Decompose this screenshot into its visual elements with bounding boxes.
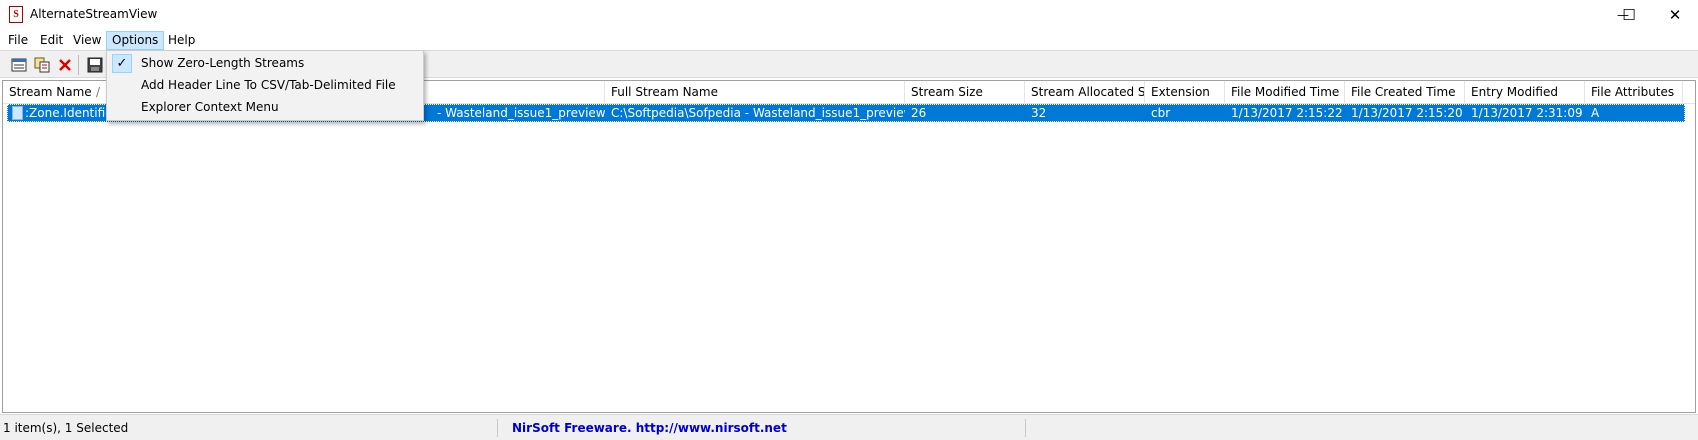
menu-item-label: Explorer Context Menu: [141, 100, 279, 114]
cell-extension: cbr: [1151, 106, 1171, 120]
sort-indicator-icon: /: [96, 85, 101, 99]
title-bar: S AlternateStreamView — ☐ ✕: [0, 0, 1698, 30]
menu-item-explorer-context[interactable]: Explorer Context Menu: [109, 97, 421, 118]
cell-file-modified: 1/13/2017 2:15:22 ...: [1231, 106, 1345, 120]
window-title: AlternateStreamView: [30, 7, 158, 21]
column-stream-size[interactable]: Stream Size: [905, 81, 1025, 103]
column-file-created[interactable]: File Created Time: [1345, 81, 1465, 103]
column-full-stream-name[interactable]: Full Stream Name: [605, 81, 905, 103]
menu-help[interactable]: Help: [163, 32, 200, 49]
cell-file-attributes: A: [1591, 106, 1600, 120]
copy-button[interactable]: [32, 55, 52, 75]
maximize-button[interactable]: ☐: [1606, 0, 1652, 30]
cell-stream-name: :Zone.Identifier:: [25, 106, 107, 120]
close-icon: ✕: [1668, 6, 1682, 24]
status-bar: 1 item(s), 1 Selected NirSoft Freeware. …: [0, 414, 1698, 440]
toolbar-separator: [78, 55, 79, 75]
close-button[interactable]: ✕: [1652, 0, 1698, 30]
maximize-icon: ☐: [1622, 6, 1636, 24]
cell-file-created: 1/13/2017 2:15:20 ...: [1351, 106, 1465, 120]
check-icon: ✓: [112, 54, 132, 73]
cell-stream-allocated: 32: [1031, 106, 1047, 120]
copy-icon: [34, 57, 50, 73]
delete-button[interactable]: [55, 55, 75, 75]
status-count: 1 item(s), 1 Selected: [3, 419, 498, 437]
save-button[interactable]: [85, 55, 105, 75]
column-stream-name[interactable]: Stream Name /: [3, 81, 107, 103]
menu-view[interactable]: View: [68, 32, 106, 49]
cell-full-stream-name: C:\Softpedia\Sofpedia - Wasteland_issue1…: [611, 106, 905, 120]
cell-filename: - Wasteland_issue1_preview.cbr: [437, 106, 605, 120]
menu-bar: File Edit View Options Help: [0, 30, 1698, 50]
app-icon: S: [9, 6, 23, 23]
options-menu: ✓ Show Zero-Length Streams Add Header Li…: [106, 50, 424, 121]
menu-file[interactable]: File: [3, 32, 33, 49]
cell-stream-size: 26: [911, 106, 927, 120]
column-entry-modified[interactable]: Entry Modified: [1465, 81, 1585, 103]
properties-icon: [11, 58, 27, 72]
column-stream-allocated[interactable]: Stream Allocated S...: [1025, 81, 1145, 103]
column-file-attributes[interactable]: File Attributes: [1585, 81, 1683, 103]
nirsoft-link[interactable]: NirSoft Freeware. http://www.nirsoft.net: [498, 419, 1026, 437]
menu-item-show-zero-length[interactable]: ✓ Show Zero-Length Streams: [109, 53, 421, 74]
save-icon: [87, 57, 103, 73]
stream-list[interactable]: Stream Name / Full Stream Name Stream Si…: [2, 80, 1696, 413]
column-label: Stream Name: [9, 85, 92, 99]
menu-options[interactable]: Options: [106, 31, 165, 50]
menu-item-add-header-line[interactable]: Add Header Line To CSV/Tab-Delimited Fil…: [109, 75, 421, 96]
cell-entry-modified: 1/13/2017 2:31:09 ...: [1471, 106, 1585, 120]
column-file-modified[interactable]: File Modified Time: [1225, 81, 1345, 103]
menu-edit[interactable]: Edit: [35, 32, 68, 49]
menu-item-label: Add Header Line To CSV/Tab-Delimited Fil…: [141, 78, 396, 92]
properties-button[interactable]: [9, 55, 29, 75]
menu-item-label: Show Zero-Length Streams: [141, 56, 305, 70]
column-extension[interactable]: Extension: [1145, 81, 1225, 103]
delete-icon: [59, 59, 71, 71]
